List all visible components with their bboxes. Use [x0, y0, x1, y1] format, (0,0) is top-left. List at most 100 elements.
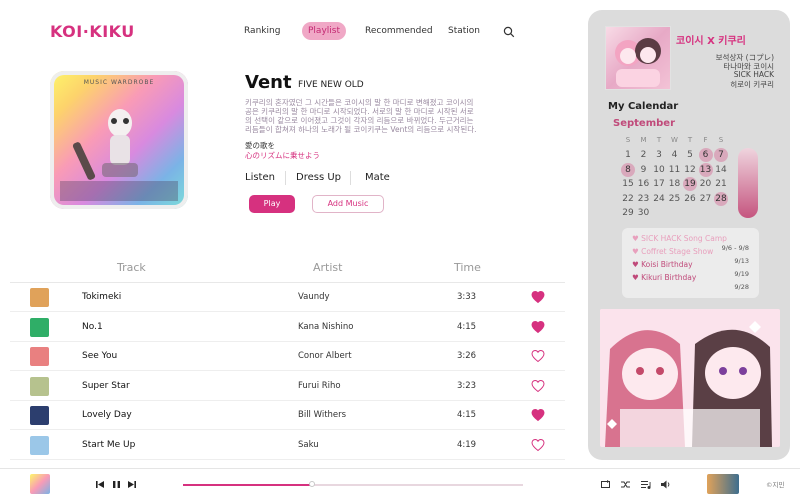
calendar-day[interactable]: 16: [637, 177, 651, 191]
event-item[interactable]: ♥ SICK HACK Song Camp: [632, 234, 727, 243]
track-name: Start Me Up: [82, 439, 136, 450]
table-row[interactable]: Super Star Furui Riho 3:23: [10, 372, 565, 401]
track-thumbnail: [30, 376, 49, 396]
heart-outline-icon[interactable]: [531, 379, 545, 393]
tab-listen[interactable]: Listen: [245, 170, 275, 186]
now-playing-thumbnail[interactable]: [30, 474, 50, 494]
table-row[interactable]: See You Conor Albert 3:26: [10, 342, 565, 371]
calendar-weekday: M: [640, 136, 647, 144]
calendar-day[interactable]: 20: [699, 177, 713, 191]
search-icon[interactable]: [503, 26, 515, 38]
calendar-day[interactable]: 15: [621, 177, 635, 191]
calendar-day[interactable]: 17: [652, 177, 666, 191]
album-description: 키쿠리의 혼자였던 그 시간들은 코이시의 말 한 마디로 변해졌고 코이시의 …: [245, 98, 477, 134]
track-thumbnail: [30, 347, 49, 366]
table-row[interactable]: No.1 Kana Nishino 4:15: [10, 313, 565, 342]
heart-filled-icon[interactable]: [531, 408, 545, 422]
heart-outline-icon[interactable]: [531, 349, 545, 363]
calendar-day[interactable]: 27: [699, 192, 713, 206]
calendar-day[interactable]: 12: [683, 163, 697, 177]
volume-icon[interactable]: [660, 479, 671, 490]
calendar-day[interactable]: 7: [714, 148, 728, 162]
calendar-day[interactable]: 9: [637, 163, 651, 177]
collab-title: 코이시 X 키쿠리: [676, 36, 746, 47]
calendar-weekday: S: [718, 136, 724, 144]
calendar-day[interactable]: 10: [652, 163, 666, 177]
event-date: 9/19: [734, 270, 749, 278]
collab-poster[interactable]: [600, 309, 780, 447]
calendar-day[interactable]: 13: [698, 162, 713, 177]
track-thumbnail: [30, 435, 49, 455]
heart-filled-icon[interactable]: [531, 290, 545, 304]
collab-image[interactable]: [605, 26, 671, 90]
tab-mate[interactable]: Mate: [365, 170, 390, 186]
calendar-title: My Calendar: [608, 101, 679, 112]
calendar-day[interactable]: 8: [621, 162, 635, 177]
calendar-day[interactable]: 28: [714, 191, 728, 206]
calendar-day[interactable]: 23: [637, 192, 651, 206]
heart-outline-icon[interactable]: [531, 438, 545, 452]
nav-playlist[interactable]: Playlist: [302, 22, 346, 40]
calendar-month: September: [613, 118, 675, 129]
calendar-day[interactable]: 29: [621, 206, 635, 220]
album-title: Vent: [245, 72, 292, 93]
previous-icon[interactable]: [96, 480, 105, 489]
calendar-day[interactable]: 6: [698, 148, 713, 162]
calendar-scrollbar[interactable]: [738, 148, 758, 218]
pause-icon[interactable]: [112, 480, 121, 489]
track-artist: Bill Withers: [298, 410, 347, 420]
album-cover: MUSIC WARDROBE: [50, 71, 188, 209]
calendar-day[interactable]: 22: [621, 192, 635, 206]
event-item[interactable]: ♥ Kikuri Birthday: [632, 273, 696, 282]
event-item[interactable]: ♥ Coffret Stage Show: [632, 247, 713, 256]
progress-handle[interactable]: [309, 481, 316, 487]
copyright-text: ©지민: [766, 481, 785, 489]
nav-station[interactable]: Station: [442, 22, 486, 40]
event-item[interactable]: ♥ Koisi Birthday: [632, 260, 693, 269]
shuffle-icon[interactable]: [620, 479, 631, 490]
track-name: Tokimeki: [82, 292, 122, 302]
calendar-day[interactable]: 21: [714, 177, 728, 191]
play-button[interactable]: Play: [249, 195, 295, 213]
queue-thumbnail[interactable]: [707, 474, 739, 494]
calendar-day[interactable]: 24: [652, 192, 666, 206]
next-icon[interactable]: [127, 480, 136, 489]
collab-characters-art: [615, 38, 661, 87]
calendar-day[interactable]: 18: [668, 177, 682, 191]
calendar-day[interactable]: 3: [652, 148, 666, 162]
nav-recommended[interactable]: Recommended: [359, 22, 439, 40]
calendar-day[interactable]: 5: [683, 148, 697, 162]
nav-ranking[interactable]: Ranking: [238, 22, 286, 40]
track-time: 3:23: [457, 380, 477, 391]
calendar-day[interactable]: 4: [668, 148, 682, 162]
heart-small-icon: ♥: [632, 260, 642, 269]
calendar-day[interactable]: 25: [668, 192, 682, 206]
calendar-day[interactable]: 30: [637, 206, 651, 220]
brand-logo[interactable]: KOI·KIKU: [50, 22, 135, 41]
progress-track[interactable]: [183, 481, 523, 487]
tab-dress-up[interactable]: Dress Up: [296, 170, 341, 186]
calendar-day[interactable]: 26: [683, 192, 697, 206]
calendar-day[interactable]: 11: [668, 163, 682, 177]
event-date: 9/13: [734, 257, 749, 265]
album-cover-art: [60, 109, 178, 201]
calendar-day[interactable]: 19: [683, 177, 697, 191]
calendar-day[interactable]: 2: [637, 148, 651, 162]
track-time: 4:19: [457, 439, 477, 450]
table-row[interactable]: Start Me Up Saku 4:19: [10, 431, 565, 460]
column-header-track: Track: [117, 261, 146, 274]
collab-item: SICK HACK: [733, 70, 774, 79]
progress-fill: [183, 484, 313, 486]
heart-small-icon: ♥: [632, 247, 642, 256]
calendar-day[interactable]: 14: [714, 163, 728, 177]
table-row[interactable]: Tokimeki Vaundy 3:33: [10, 283, 565, 312]
heart-filled-icon[interactable]: [531, 320, 545, 334]
calendar-day[interactable]: 1: [621, 148, 635, 162]
tab-divider: [350, 171, 351, 185]
add-music-button[interactable]: Add Music: [312, 195, 384, 213]
table-row[interactable]: Lovely Day Bill Withers 4:15: [10, 401, 565, 430]
event-name: Kikuri Birthday: [641, 273, 697, 282]
playlist-icon[interactable]: [640, 479, 651, 490]
album-artist[interactable]: FIVE NEW OLD: [298, 80, 364, 90]
repeat-icon[interactable]: [600, 479, 611, 490]
